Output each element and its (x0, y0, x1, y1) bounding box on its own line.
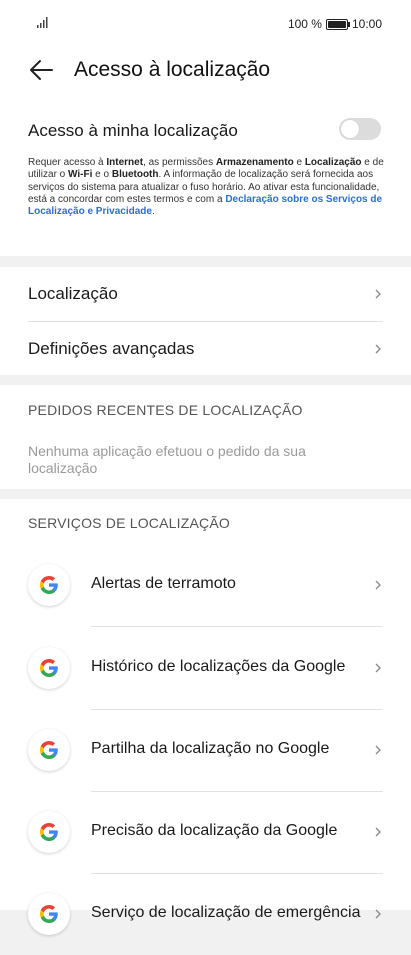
advanced-settings-label: Definições avançadas (28, 339, 195, 358)
advanced-settings-item[interactable]: Definições avançadas (28, 322, 383, 376)
location-access-label: Acesso à minha localização (28, 121, 238, 140)
service-label: Precisão da localização da Google (91, 822, 338, 839)
location-access-description: Requer acesso à Internet, as permissões … (28, 157, 384, 218)
chevron-right-icon (375, 663, 381, 673)
location-access-toggle[interactable] (339, 118, 381, 140)
app-header: Acesso à localização (0, 48, 411, 102)
chevron-right-icon (375, 909, 381, 919)
service-item-location-sharing[interactable]: Partilha da localização no Google (28, 709, 383, 791)
location-settings-card: Localização Definições avançadas (0, 267, 411, 375)
back-arrow-icon[interactable] (27, 56, 55, 84)
clock: 10:00 (351, 17, 382, 31)
status-bar: 100 % 10:00 (0, 0, 411, 48)
recent-requests-title: PEDIDOS RECENTES DE LOCALIZAÇÃO (28, 402, 303, 418)
service-label: Alertas de terramoto (91, 575, 236, 592)
google-icon (28, 564, 70, 606)
google-icon (28, 811, 70, 853)
service-item-location-history[interactable]: Histórico de localizações da Google (28, 627, 383, 709)
location-access-card: Acesso à minha localização Requer acesso… (0, 102, 411, 256)
chevron-right-icon (375, 745, 381, 755)
chevron-right-icon (375, 344, 381, 354)
service-label: Partilha da localização no Google (91, 740, 330, 757)
service-item-location-accuracy[interactable]: Precisão da localização da Google (28, 791, 383, 873)
location-label: Localização (28, 284, 118, 303)
google-icon (28, 893, 70, 935)
location-item[interactable]: Localização (28, 267, 383, 321)
recent-requests-empty: Nenhuma aplicação efetuou o pedido da su… (28, 443, 306, 476)
signal-icon (37, 17, 48, 28)
google-icon (28, 647, 70, 689)
battery-percent: 100 % (287, 17, 322, 31)
location-services-title: SERVIÇOS DE LOCALIZAÇÃO (28, 515, 230, 531)
service-label: Histórico de localizações da Google (91, 658, 346, 675)
service-item-earthquake-alerts[interactable]: Alertas de terramoto (28, 544, 383, 626)
location-services-card: SERVIÇOS DE LOCALIZAÇÃO Alertas de terra… (0, 499, 411, 935)
chevron-right-icon (375, 289, 381, 299)
page-title: Acesso à localização (74, 58, 271, 81)
toggle-knob (341, 120, 359, 138)
recent-requests-card: PEDIDOS RECENTES DE LOCALIZAÇÃO Nenhuma … (0, 385, 411, 489)
chevron-right-icon (375, 580, 381, 590)
google-icon (28, 729, 70, 771)
service-label: Serviço de localização de emergência (91, 904, 361, 921)
service-item-emergency-location[interactable]: Serviço de localização de emergência (28, 873, 383, 955)
battery-icon (325, 18, 350, 30)
chevron-right-icon (375, 827, 381, 837)
